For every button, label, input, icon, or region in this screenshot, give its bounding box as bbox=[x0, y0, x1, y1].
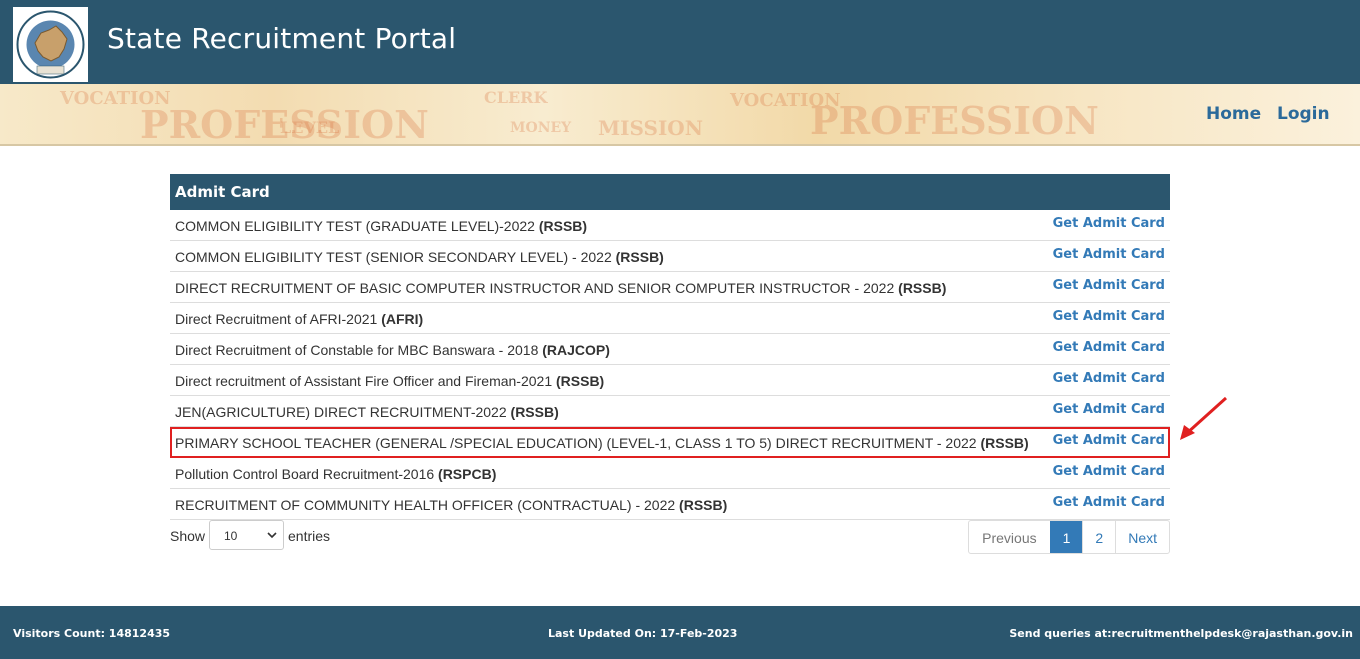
nav-login-link[interactable]: Login bbox=[1277, 104, 1330, 124]
exam-org: (RSSB) bbox=[898, 280, 947, 296]
page-length-value: 10 bbox=[224, 529, 238, 543]
get-admit-card-link[interactable]: Get Admit Card bbox=[1053, 278, 1165, 293]
get-admit-card-link[interactable]: Get Admit Card bbox=[1053, 247, 1165, 262]
exam-title: Direct Recruitment of Constable for MBC … bbox=[175, 342, 610, 358]
site-footer: Visitors Count: 14812435 Last Updated On… bbox=[0, 606, 1360, 659]
exam-name: RECRUITMENT OF COMMUNITY HEALTH OFFICER … bbox=[175, 497, 676, 513]
exam-title: RECRUITMENT OF COMMUNITY HEALTH OFFICER … bbox=[175, 497, 727, 513]
admit-card-panel: Admit Card COMMON ELIGIBILITY TEST (GRAD… bbox=[170, 174, 1170, 520]
banner-word: VOCATION bbox=[60, 88, 171, 109]
banner-word: CLERK bbox=[484, 88, 548, 107]
exam-org: (RSSB) bbox=[980, 435, 1029, 451]
exam-title: COMMON ELIGIBILITY TEST (GRADUATE LEVEL)… bbox=[175, 218, 587, 234]
page-button-2[interactable]: 2 bbox=[1082, 521, 1115, 553]
exam-org: (AFRI) bbox=[381, 311, 424, 327]
site-header: State Recruitment Portal bbox=[0, 0, 1360, 84]
decorative-banner: PROFESSION VOCATION CLERK MONEY MISSION … bbox=[0, 84, 1360, 146]
exam-org: (RSSB) bbox=[538, 218, 588, 234]
exam-title: Direct recruitment of Assistant Fire Off… bbox=[175, 373, 604, 389]
next-page-button[interactable]: Next bbox=[1115, 521, 1169, 553]
exam-name: DIRECT RECRUITMENT OF BASIC COMPUTER INS… bbox=[175, 280, 895, 296]
rajasthan-emblem-icon bbox=[16, 10, 85, 79]
exam-title: PRIMARY SCHOOL TEACHER (GENERAL /SPECIAL… bbox=[175, 435, 1029, 451]
exam-name: COMMON ELIGIBILITY TEST (GRADUATE LEVEL)… bbox=[175, 218, 535, 234]
admit-card-list: COMMON ELIGIBILITY TEST (GRADUATE LEVEL)… bbox=[170, 210, 1170, 520]
exam-name: COMMON ELIGIBILITY TEST (SENIOR SECONDAR… bbox=[175, 249, 612, 265]
previous-page-button[interactable]: Previous bbox=[969, 521, 1049, 553]
annotation-arrow-icon bbox=[1180, 396, 1228, 440]
admit-card-row: Direct recruitment of Assistant Fire Off… bbox=[170, 365, 1170, 396]
panel-title: Admit Card bbox=[170, 174, 1170, 210]
get-admit-card-link[interactable]: Get Admit Card bbox=[1053, 433, 1165, 448]
page-length-select[interactable]: 10 bbox=[209, 520, 284, 550]
banner-word: MONEY bbox=[510, 120, 572, 136]
banner-word: LEVEL bbox=[280, 118, 340, 137]
get-admit-card-link[interactable]: Get Admit Card bbox=[1053, 402, 1165, 417]
site-title: State Recruitment Portal bbox=[107, 22, 457, 55]
page-button-1[interactable]: 1 bbox=[1049, 521, 1083, 553]
exam-org: (RAJCOP) bbox=[542, 342, 610, 358]
admit-card-row: DIRECT RECRUITMENT OF BASIC COMPUTER INS… bbox=[170, 272, 1170, 303]
last-updated: Last Updated On: 17-Feb-2023 bbox=[548, 627, 738, 640]
pagination: Previous 1 2 Next bbox=[968, 520, 1170, 554]
get-admit-card-link[interactable]: Get Admit Card bbox=[1053, 495, 1165, 510]
get-admit-card-link[interactable]: Get Admit Card bbox=[1053, 309, 1165, 324]
admit-card-row: PRIMARY SCHOOL TEACHER (GENERAL /SPECIAL… bbox=[170, 427, 1170, 458]
exam-org: (RSPCB) bbox=[438, 466, 497, 482]
contact-email[interactable]: Send queries at:recruitmenthelpdesk@raja… bbox=[1009, 627, 1353, 640]
exam-title: COMMON ELIGIBILITY TEST (SENIOR SECONDAR… bbox=[175, 249, 664, 265]
visitors-count: Visitors Count: 14812435 bbox=[13, 627, 171, 640]
chevron-down-icon bbox=[267, 532, 277, 539]
get-admit-card-link[interactable]: Get Admit Card bbox=[1053, 216, 1165, 231]
admit-card-row: COMMON ELIGIBILITY TEST (SENIOR SECONDAR… bbox=[170, 241, 1170, 272]
get-admit-card-link[interactable]: Get Admit Card bbox=[1053, 464, 1165, 479]
exam-org: (RSSB) bbox=[510, 404, 559, 420]
admit-card-row: Pollution Control Board Recruitment-2016… bbox=[170, 458, 1170, 489]
get-admit-card-link[interactable]: Get Admit Card bbox=[1053, 340, 1165, 355]
exam-org: (RSSB) bbox=[679, 497, 728, 513]
exam-name: Pollution Control Board Recruitment-2016 bbox=[175, 466, 435, 482]
exam-org: (RSSB) bbox=[556, 373, 605, 389]
admit-card-row: Direct Recruitment of Constable for MBC … bbox=[170, 334, 1170, 365]
admit-card-row: Direct Recruitment of AFRI-2021 (AFRI) Ge… bbox=[170, 303, 1170, 334]
exam-name: JEN(AGRICULTURE) DIRECT RECRUITMENT-2022 bbox=[175, 404, 507, 420]
admit-card-row: RECRUITMENT OF COMMUNITY HEALTH OFFICER … bbox=[170, 489, 1170, 520]
get-admit-card-link[interactable]: Get Admit Card bbox=[1053, 371, 1165, 386]
exam-name: Direct recruitment of Assistant Fire Off… bbox=[175, 373, 553, 389]
portal-logo[interactable] bbox=[13, 7, 88, 82]
admit-card-row: COMMON ELIGIBILITY TEST (GRADUATE LEVEL)… bbox=[170, 210, 1170, 241]
exam-name: Direct Recruitment of AFRI-2021 bbox=[175, 311, 378, 327]
exam-name: PRIMARY SCHOOL TEACHER (GENERAL /SPECIAL… bbox=[175, 435, 977, 451]
exam-title: Pollution Control Board Recruitment-2016… bbox=[175, 466, 496, 482]
exam-org: (RSSB) bbox=[615, 249, 664, 265]
entries-label: entries bbox=[288, 528, 331, 544]
table-controls: Show 10 entries Previous 1 2 Next bbox=[170, 520, 1170, 556]
banner-word: MISSION bbox=[598, 116, 703, 140]
exam-title: Direct Recruitment of AFRI-2021 (AFRI) bbox=[175, 311, 423, 327]
admit-card-row: JEN(AGRICULTURE) DIRECT RECRUITMENT-2022… bbox=[170, 396, 1170, 427]
exam-name: Direct Recruitment of Constable for MBC … bbox=[175, 342, 539, 358]
banner-word: PROFESSION bbox=[810, 98, 1099, 143]
exam-title: DIRECT RECRUITMENT OF BASIC COMPUTER INS… bbox=[175, 280, 946, 296]
show-label: Show bbox=[170, 528, 206, 544]
exam-title: JEN(AGRICULTURE) DIRECT RECRUITMENT-2022… bbox=[175, 404, 559, 420]
banner-word: VOCATION bbox=[730, 90, 841, 111]
nav-home-link[interactable]: Home bbox=[1206, 104, 1261, 124]
